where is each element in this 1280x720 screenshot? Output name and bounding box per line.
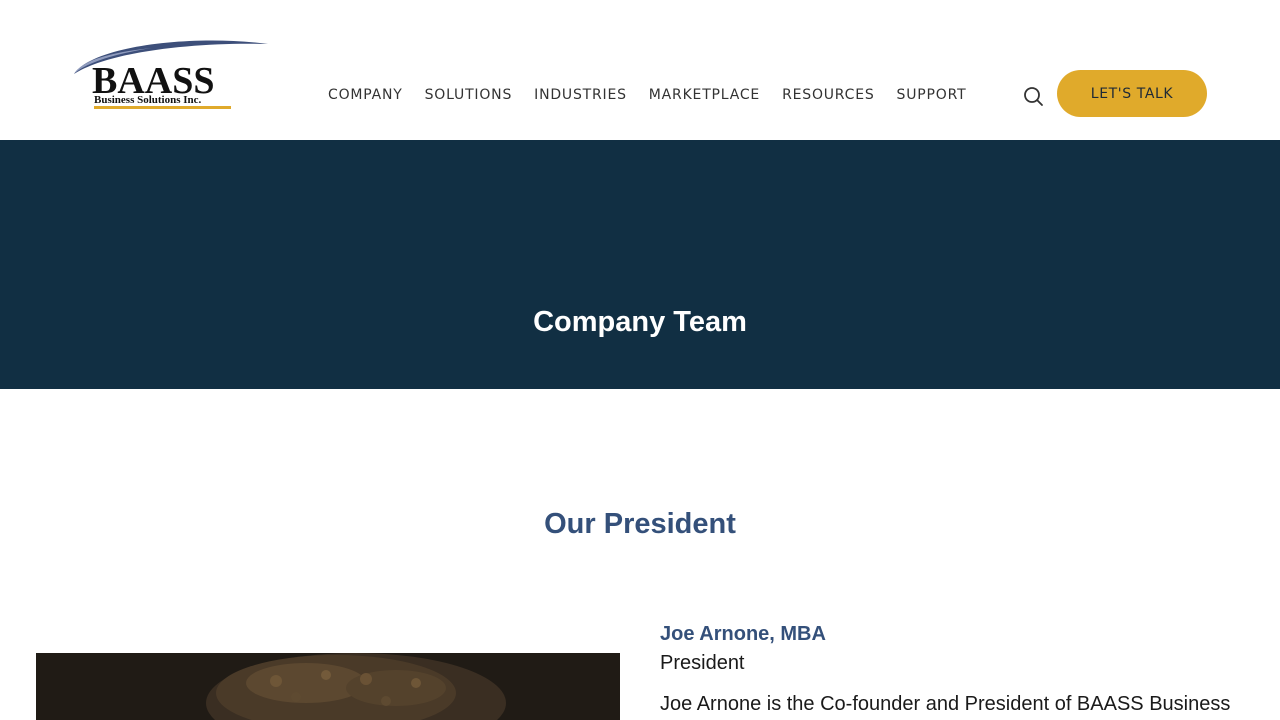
section-title: Our President <box>544 508 736 540</box>
baass-logo-mark: BAASS Business Solutions Inc. <box>74 40 268 109</box>
nav-company[interactable]: COMPANY <box>317 84 414 106</box>
president-bio-text: Joe Arnone is the Co-founder and Preside… <box>660 693 1231 715</box>
nav-industries[interactable]: INDUSTRIES <box>523 84 638 106</box>
nav-marketplace[interactable]: MARKETPLACE <box>638 84 771 106</box>
president-photo <box>36 653 620 720</box>
page-title: Company Team <box>533 306 747 338</box>
nav-resources[interactable]: RESOURCES <box>771 84 885 106</box>
hero-banner: Company Team <box>0 140 1280 389</box>
logo-tagline: Business Solutions Inc. <box>94 94 202 106</box>
baass-logo[interactable]: BAASS Business Solutions Inc. <box>72 36 272 116</box>
site-header: BAASS Business Solutions Inc. COMPANY SO… <box>0 0 1280 140</box>
president-name: Joe Arnone, MBA <box>660 623 826 645</box>
president-bio: Joe Arnone, MBA President Joe Arnone is … <box>660 620 1260 718</box>
main-nav: COMPANY SOLUTIONS INDUSTRIES MARKETPLACE… <box>317 84 977 106</box>
president-role: President <box>660 652 745 674</box>
search-icon[interactable] <box>1021 84 1045 108</box>
lets-talk-button[interactable]: LET'S TALK <box>1057 70 1207 117</box>
nav-solutions[interactable]: SOLUTIONS <box>414 84 524 106</box>
nav-support[interactable]: SUPPORT <box>886 84 978 106</box>
